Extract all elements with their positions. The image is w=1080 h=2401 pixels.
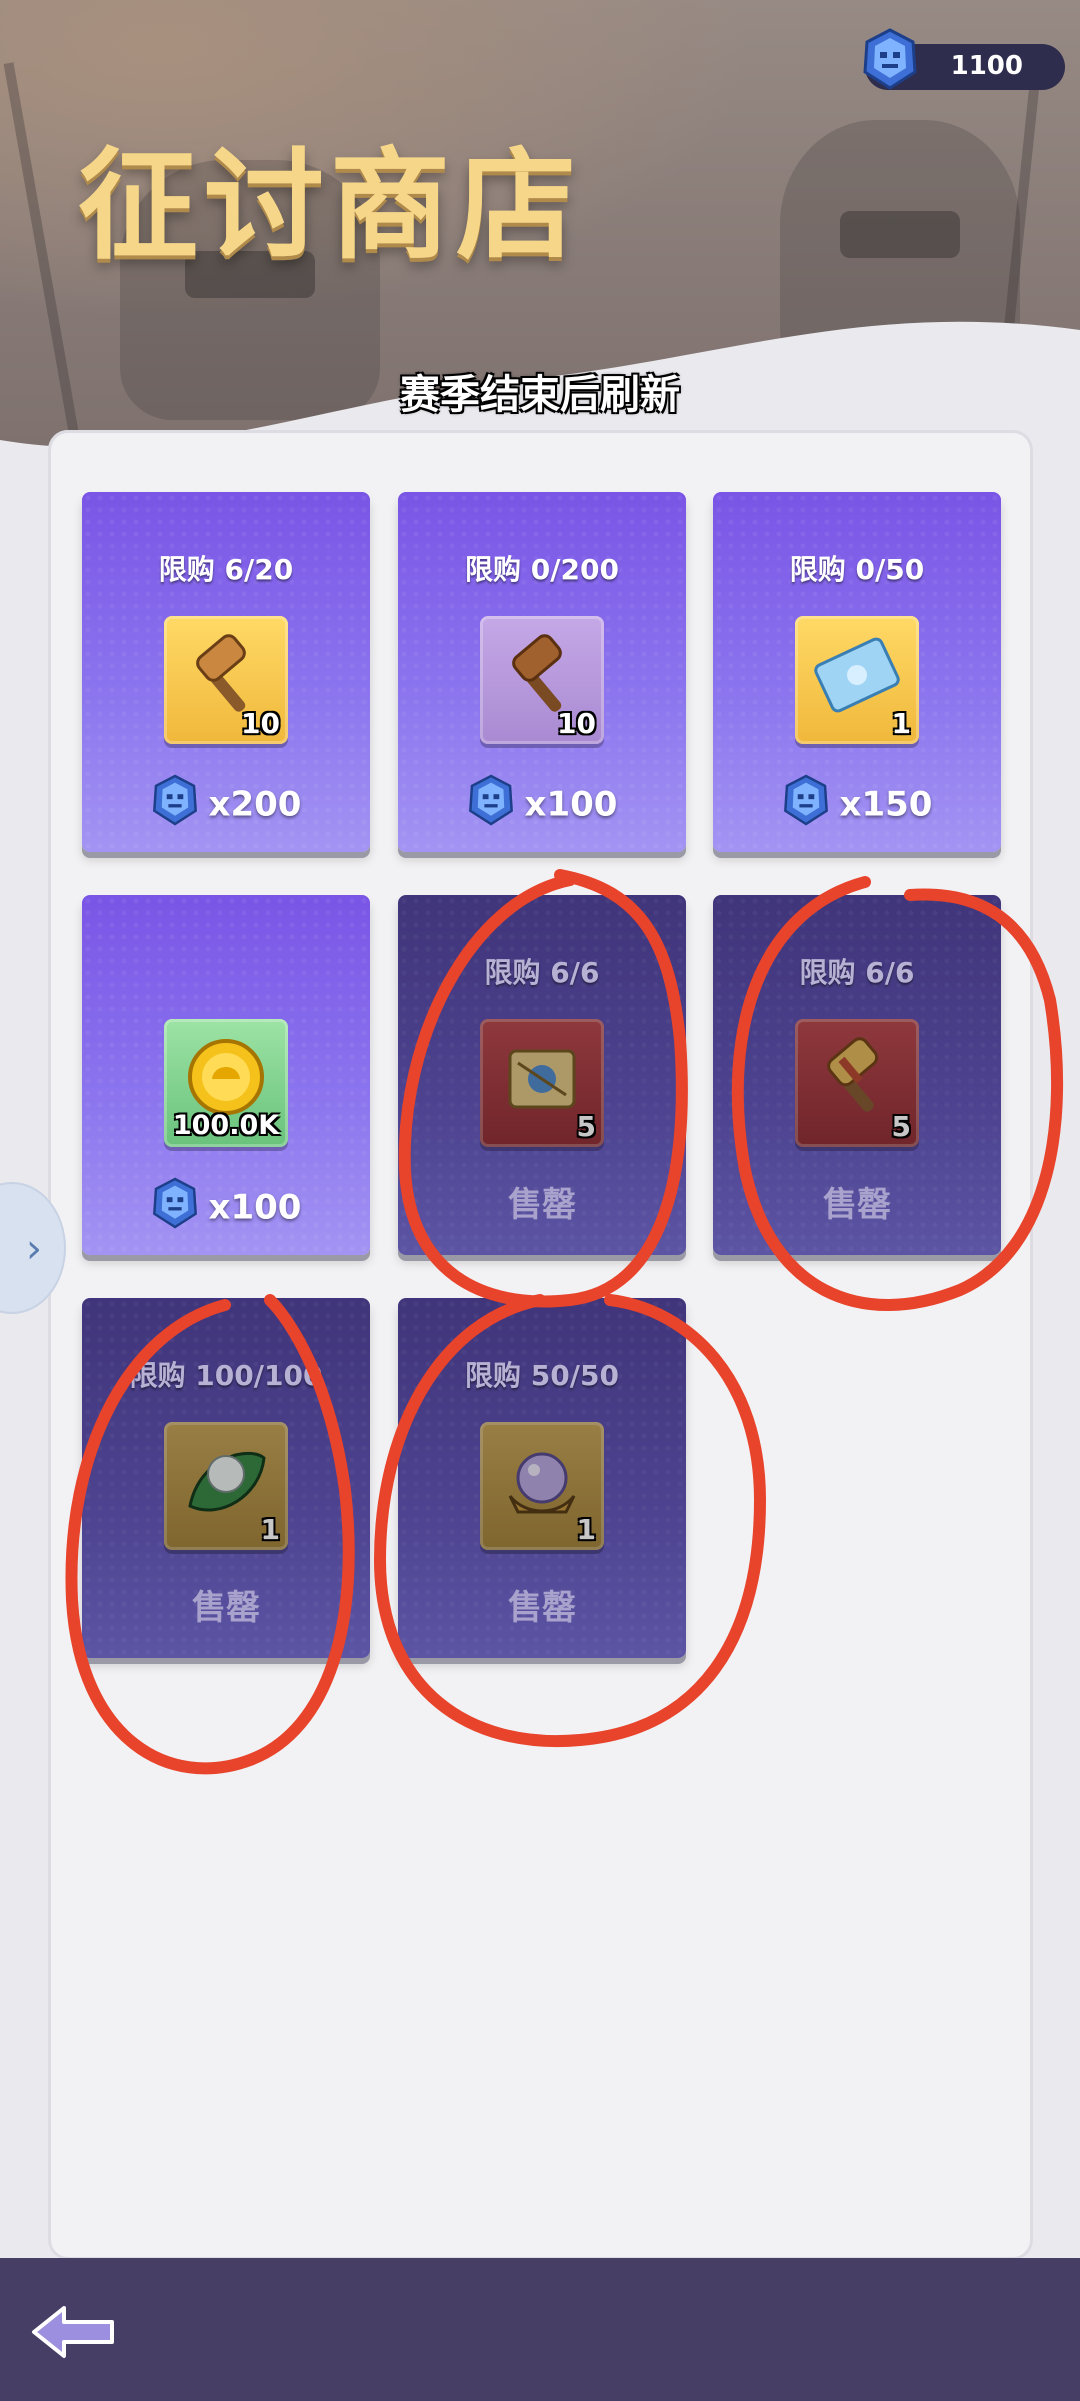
back-button[interactable] xyxy=(24,2302,124,2362)
blue-gem-icon xyxy=(467,774,515,835)
chevron-right-icon: › xyxy=(26,1226,42,1272)
price-button[interactable]: x100 xyxy=(82,1177,370,1238)
shop-item-card-soldout: 限购 6/6 5 售罄 xyxy=(713,895,1001,1255)
sold-out-label: 售罄 xyxy=(192,1588,260,1628)
shop-item-card-soldout: 限购 6/6 5 售罄 xyxy=(398,895,686,1255)
item-frame: 1 xyxy=(164,1422,288,1550)
item-frame: 1 xyxy=(795,616,919,744)
currency-amount: 1100 xyxy=(950,51,1023,81)
item-quantity: 1 xyxy=(576,1513,596,1546)
purchase-limit: 限购 0/50 xyxy=(789,553,925,586)
shop-header: 征讨商店 1100 赛季结束后刷新 xyxy=(0,0,1080,470)
price-button[interactable]: x200 xyxy=(82,774,370,835)
ticket-icon xyxy=(811,630,903,722)
sold-out-label: 售罄 xyxy=(823,1185,891,1225)
blue-gem-icon xyxy=(782,774,830,835)
price-value: x200 xyxy=(208,784,302,825)
pearl-leaf-icon xyxy=(180,1436,272,1528)
item-frame: 10 xyxy=(480,616,604,744)
blue-gem-icon xyxy=(151,774,199,835)
sold-out-label: 售罄 xyxy=(508,1185,576,1225)
shop-item-card[interactable]: 限购 0/50 1 x150 xyxy=(713,492,1001,852)
price-button[interactable]: x150 xyxy=(713,774,1001,835)
back-arrow-icon xyxy=(32,2306,114,2358)
purchase-limit: 限购 50/50 xyxy=(465,1359,619,1392)
purchase-limit: 限购 0/200 xyxy=(465,553,619,586)
shop-item-card-soldout: 限购 100/100 1 售罄 xyxy=(82,1298,370,1658)
sold-out-label: 售罄 xyxy=(508,1588,576,1628)
item-frame: 5 xyxy=(795,1019,919,1147)
refresh-note: 赛季结束后刷新 xyxy=(400,372,680,418)
purchase-limit: 限购 6/20 xyxy=(158,553,294,586)
item-frame: 1 xyxy=(480,1422,604,1550)
red-hammer-icon xyxy=(811,1033,903,1125)
blue-gem-icon xyxy=(861,28,919,94)
purchase-limit: 限购 6/6 xyxy=(799,956,915,989)
price-value: x100 xyxy=(524,784,618,825)
item-quantity: 100.0K xyxy=(172,1110,280,1141)
item-quantity: 10 xyxy=(557,707,596,740)
item-frame: 5 xyxy=(480,1019,604,1147)
price-button[interactable]: x100 xyxy=(398,774,686,835)
price-value: x150 xyxy=(839,784,933,825)
shop-item-card[interactable]: 100.0K x100 xyxy=(82,895,370,1255)
item-frame: 10 xyxy=(164,616,288,744)
scroll-map-icon xyxy=(496,1033,588,1125)
item-quantity: 1 xyxy=(260,1513,280,1546)
currency-display: 1100 xyxy=(863,28,1065,90)
item-frame: 100.0K xyxy=(164,1019,288,1147)
purchase-limit: 限购 6/6 xyxy=(484,956,600,989)
item-quantity: 10 xyxy=(241,707,280,740)
item-quantity: 5 xyxy=(576,1110,596,1143)
shop-item-card[interactable]: 限购 0/200 10 x100 xyxy=(398,492,686,852)
item-quantity: 5 xyxy=(891,1110,911,1143)
crystal-ball-icon xyxy=(496,1436,588,1528)
price-value: x100 xyxy=(208,1187,302,1228)
shop-item-card[interactable]: 限购 6/20 10 x200 xyxy=(82,492,370,852)
purchase-limit: 限购 100/100 xyxy=(129,1359,323,1392)
bottom-bar xyxy=(0,2258,1080,2401)
shop-item-card-soldout: 限购 50/50 1 售罄 xyxy=(398,1298,686,1658)
blue-gem-icon xyxy=(151,1177,199,1238)
item-quantity: 1 xyxy=(891,707,911,740)
